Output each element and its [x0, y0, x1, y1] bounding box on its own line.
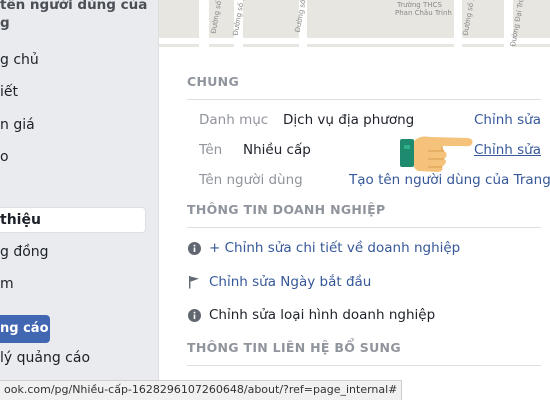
- sidebar-item-other[interactable]: m: [0, 276, 14, 292]
- map-label: Đường số 3: [461, 0, 477, 37]
- sidebar-item-photos[interactable]: o: [0, 149, 9, 165]
- info-icon: [187, 241, 201, 255]
- page-title: tên người dùng của g: [0, 0, 148, 31]
- business-info-heading: THÔNG TIN DOANH NGHIỆP: [187, 202, 386, 217]
- name-value: Nhiều cấp: [243, 142, 311, 158]
- map-label: Phan Châu Trinh: [395, 9, 452, 17]
- map-label: Đường số 6: [209, 0, 225, 35]
- status-url-bar: ook.com/pg/Nhiều-cấp-1628296107260648/ab…: [0, 380, 403, 400]
- edit-business-details-row[interactable]: + Chỉnh sửa chi tiết về doanh nghiệp: [187, 238, 460, 258]
- general-heading: CHUNG: [187, 74, 240, 89]
- left-sidebar: tên người dùng của g g chủ iết n giá o t…: [0, 0, 158, 400]
- edit-start-date-row[interactable]: Chỉnh sửa Ngày bắt đầu: [187, 272, 371, 292]
- promote-button[interactable]: ng cáo: [0, 315, 50, 343]
- category-value: Dịch vụ địa phương: [283, 112, 415, 128]
- edit-business-type-row[interactable]: Chỉnh sửa loại hình doanh nghiệp: [187, 305, 435, 325]
- sidebar-item-details[interactable]: iết: [0, 84, 18, 100]
- name-label: Tên: [199, 142, 223, 158]
- sidebar-item-reviews[interactable]: n giá: [0, 117, 35, 133]
- edit-name-link[interactable]: Chỉnh sửa: [474, 142, 541, 158]
- map-label: Trường THCS: [397, 1, 442, 9]
- main-content: Đường số 6 Đường số 5 Đường số Trường TH…: [158, 0, 550, 400]
- divider: [187, 365, 541, 366]
- info-icon: [187, 308, 201, 322]
- location-map[interactable]: Đường số 6 Đường số 5 Đường số Trường TH…: [159, 0, 550, 47]
- divider: [187, 99, 541, 100]
- divider: [187, 227, 541, 228]
- category-label: Danh mục: [199, 112, 269, 128]
- edit-business-details-link[interactable]: + Chỉnh sửa chi tiết về doanh nghiệp: [209, 240, 460, 256]
- manage-ads-link[interactable]: lý quảng cáo: [0, 350, 90, 366]
- edit-category-link[interactable]: Chỉnh sửa: [474, 112, 541, 128]
- additional-contact-heading: THÔNG TIN LIÊN HỆ BỔ SUNG: [187, 340, 401, 355]
- flag-icon: [187, 275, 201, 289]
- sidebar-item-about[interactable]: thiệu: [0, 207, 146, 233]
- edit-start-date-link[interactable]: Chỉnh sửa Ngày bắt đầu: [209, 274, 371, 290]
- sidebar-item-about-label: thiệu: [0, 212, 41, 228]
- map-road: [454, 0, 462, 47]
- sidebar-item-community[interactable]: g đồng: [0, 244, 49, 260]
- map-road: [159, 38, 550, 44]
- edit-business-type-link[interactable]: Chỉnh sửa loại hình doanh nghiệp: [209, 307, 435, 323]
- username-label: Tên người dùng: [199, 172, 303, 188]
- sidebar-item-home[interactable]: g chủ: [0, 52, 39, 68]
- pointing-hand-icon: [400, 136, 473, 172]
